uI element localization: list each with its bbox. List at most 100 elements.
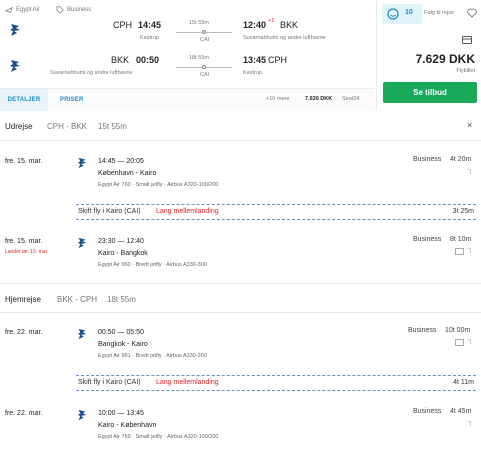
layover-warning: Lang mellemlanding <box>156 379 219 386</box>
layover-duration: 3t 25m <box>452 208 474 215</box>
outbound-duration: 15t 55m <box>189 20 209 26</box>
likes-badge[interactable]: 10 <box>382 4 422 24</box>
close-icon[interactable]: × <box>467 120 472 130</box>
airline-name: Egypt Air <box>16 7 41 13</box>
egyptair-logo-icon <box>77 328 87 340</box>
segment-arrival-note: Lander lør. 16. mar. <box>5 249 49 255</box>
inbound-stop: CAI <box>200 72 210 78</box>
segment-times: 23:30 — 12:40 <box>98 238 144 245</box>
inbound-header: Hjemrejse BKK - CPH 18t 55m <box>0 283 481 313</box>
inbound-arr-time: 13:45 <box>243 55 267 65</box>
segment-duration: 8t 10m <box>450 236 472 243</box>
likes-count: 10 <box>405 9 413 16</box>
segment-meta: Egypt Air 961 · Bredt jetfly · Airbus A3… <box>98 353 207 359</box>
segment-route: Kairo - København <box>98 422 157 429</box>
segment-meta: Egypt Air 960 · Bredt jetfly · Airbus A3… <box>98 262 207 268</box>
egyptair-logo-icon <box>77 409 87 421</box>
fare-tag: Business <box>56 6 91 14</box>
layover-text: Skift fly i Kairo (CAI) <box>78 208 141 215</box>
segment-date: fre. 22. mar. <box>5 329 43 336</box>
segment-date: fre. 15. mar. <box>5 238 43 245</box>
segment-date: fre. 15. mar. <box>5 158 43 165</box>
layover-outbound: Skift fly i Kairo (CAI) Lang mellemlandi… <box>76 204 476 220</box>
airline-tag: Egypt Air <box>5 6 40 14</box>
outbound-stop: CAI <box>200 37 210 43</box>
outbound-label: Udrejse <box>5 122 33 131</box>
detail-tabs: DETALJER PRISER +10 mere 7.630 DKK Seat2… <box>0 88 375 111</box>
smiley-icon <box>387 8 399 20</box>
segment-times: 14:45 — 20:05 <box>98 158 144 165</box>
screen-icon <box>455 248 464 255</box>
inbound-arr-airport: Kastrup <box>243 70 262 76</box>
segment-inbound-2: fre. 22. mar. 10:00 — 13:45 Kairo - Købe… <box>0 396 481 450</box>
outbound-header: Udrejse CPH - BKK 15t 55m × <box>0 111 481 141</box>
more-providers[interactable]: +10 mere <box>266 96 289 102</box>
follow-label[interactable]: Følg til rejse <box>424 10 454 16</box>
inbound-total-duration: 18t 55m <box>107 295 136 304</box>
wifi-icon: ᒣ <box>467 339 472 346</box>
inbound-route: BKK - CPH <box>57 295 98 304</box>
result-card[interactable]: Egypt Air Business CPH 14:45 Kastrup 15t… <box>0 0 481 111</box>
segment-times: 10:00 — 13:45 <box>98 410 144 417</box>
segment-meta: Egypt Air 759 · Smalt jetfly · Airbus A3… <box>98 434 219 440</box>
outbound-arr-time: 12:40 <box>243 20 267 30</box>
tab-details[interactable]: DETALJER <box>0 89 48 111</box>
egyptair-logo-icon <box>10 60 20 72</box>
segment-route: København - Kairo <box>98 170 157 177</box>
outbound-total-duration: 15t 55m <box>98 122 127 131</box>
fare-label: Business <box>67 7 92 13</box>
outbound-day-offset: +1 <box>268 18 275 24</box>
price-sub: Flybillet <box>456 68 475 74</box>
inbound-arr-code: CPH <box>268 55 288 65</box>
screen-icon <box>455 339 464 346</box>
heart-icon[interactable] <box>467 8 477 18</box>
segment-duration: 10t 00m <box>445 327 471 334</box>
segment-route: Kairo - Bangkok <box>98 250 148 257</box>
egyptair-logo-icon <box>10 24 20 36</box>
segment-cabin: Business <box>408 327 437 334</box>
inbound-stop-dot <box>202 65 206 69</box>
egyptair-logo-icon <box>77 157 87 169</box>
wifi-icon: ᒣ <box>467 248 472 255</box>
inbound-duration: 18t 55m <box>189 55 209 61</box>
segment-duration: 4t 20m <box>450 156 472 163</box>
layover-text: Skift fly i Kairo (CAI) <box>78 379 141 386</box>
tab-prices[interactable]: PRISER <box>60 89 84 111</box>
inbound-dep-time: 00:50 <box>136 55 160 65</box>
inbound-dep-airport: Suvarnabhumi og andre lufthavne <box>50 70 133 76</box>
segment-duration: 4t 45m <box>450 408 472 415</box>
segment-date: fre. 22. mar. <box>5 410 43 417</box>
wifi-icon: ᒣ <box>467 421 472 428</box>
segment-outbound-2: fre. 15. mar. Lander lør. 16. mar. 23:30… <box>0 225 481 275</box>
segment-cabin: Business <box>413 156 442 163</box>
alt-price[interactable]: 7.630 DKK <box>305 96 332 102</box>
alt-provider[interactable]: Seat24 <box>342 96 359 102</box>
outbound-dep-airport: Kastrup <box>140 35 159 41</box>
outbound-dep-time: 14:45 <box>138 20 162 30</box>
price: 7.629 DKK <box>415 52 475 66</box>
layover-duration: 4t 11m <box>453 379 474 386</box>
segment-route: Bangkok - Kairo <box>98 341 148 348</box>
price-panel: 10 Følg til rejse 7.629 DKK Flybillet Se… <box>376 0 481 110</box>
itinerary-summary[interactable]: Egypt Air Business CPH 14:45 Kastrup 15t… <box>0 0 375 111</box>
layover-inbound: Skift fly i Kairo (CAI) Lang mellemlandi… <box>76 375 476 391</box>
egyptair-logo-icon <box>77 237 87 249</box>
segment-cabin: Business <box>413 408 442 415</box>
outbound-arr-code: BKK <box>280 20 299 30</box>
card-icon <box>462 36 472 44</box>
segment-inbound-1: fre. 22. mar. 00:50 — 05:50 Bangkok - Ka… <box>0 315 481 373</box>
segment-outbound-1: fre. 15. mar. 14:45 — 20:05 København - … <box>0 142 481 202</box>
segment-cabin: Business <box>413 236 442 243</box>
inbound-label: Hjemrejse <box>5 295 42 304</box>
segment-meta: Egypt Air 760 · Smalt jetfly · Airbus A3… <box>98 182 219 188</box>
inbound-dep-code: BKK <box>111 55 130 65</box>
tag-icon <box>56 6 64 14</box>
plane-tag-icon <box>5 6 13 13</box>
wifi-icon: ᒣ <box>467 169 472 176</box>
segment-times: 00:50 — 05:50 <box>98 329 144 336</box>
outbound-route: CPH - BKK <box>47 122 88 131</box>
outbound-stop-dot <box>202 30 206 34</box>
outbound-dep-code: CPH <box>113 20 133 30</box>
layover-warning: Lang mellemlanding <box>156 208 219 215</box>
see-offer-button[interactable]: Se tilbud <box>383 82 477 103</box>
